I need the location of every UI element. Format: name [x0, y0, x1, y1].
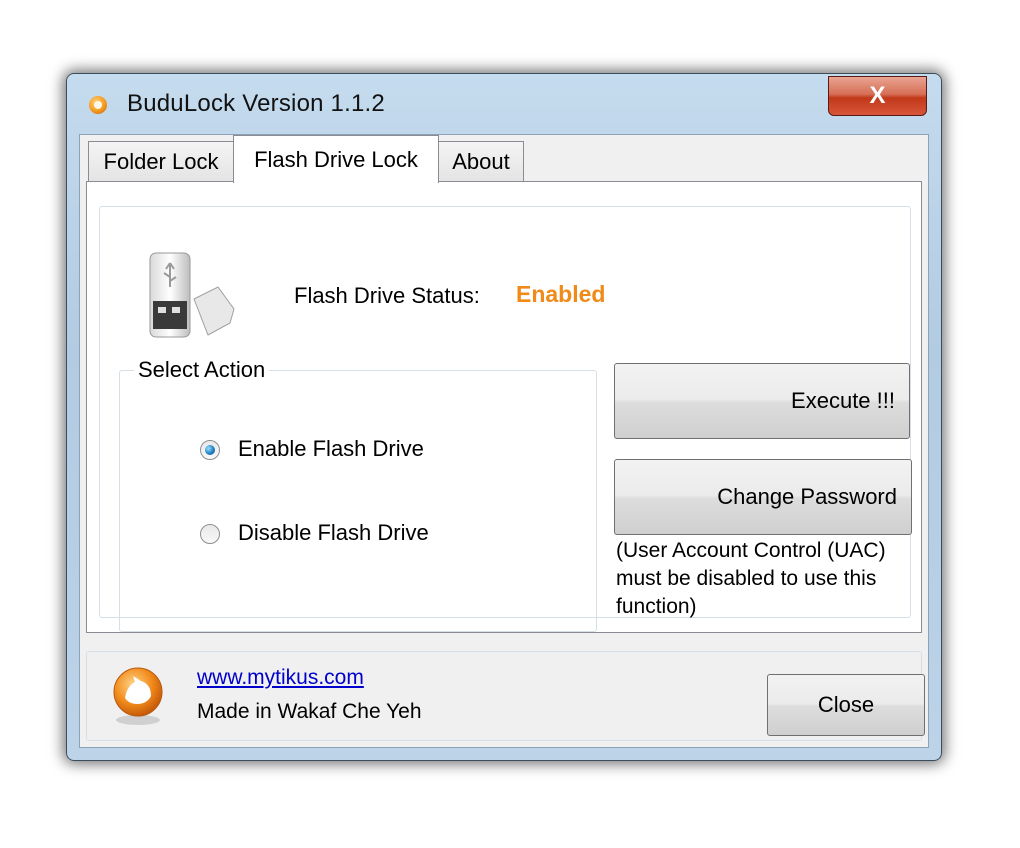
content-frame: Flash Drive Status: Enabled Select Actio… [99, 206, 912, 632]
uac-note: (User Account Control (UAC) must be disa… [616, 539, 886, 618]
window-title: BuduLock Version 1.1.2 [127, 90, 385, 117]
app-icon [89, 96, 107, 114]
enable-flash-drive-label[interactable]: Enable Flash Drive [238, 436, 424, 462]
enable-flash-drive-radio[interactable] [200, 440, 220, 460]
usb-flash-drive-icon [149, 252, 235, 338]
flash-drive-status-label: Flash Drive Status: [294, 283, 480, 308]
app-window: BuduLock Version 1.1.2 X Folder Lock Fla… [66, 73, 942, 761]
website-link[interactable]: www.mytikus.com [197, 666, 364, 690]
disable-flash-drive-radio[interactable] [200, 524, 220, 544]
change-password-button[interactable]: Change Password [614, 459, 912, 535]
made-in-text: Made in Wakaf Che Yeh [197, 700, 422, 723]
execute-button[interactable]: Execute !!! [614, 363, 910, 439]
tab-flash-drive-lock[interactable]: Flash Drive Lock [233, 135, 439, 183]
disable-flash-drive-label[interactable]: Disable Flash Drive [238, 520, 429, 546]
client-area: Folder Lock Flash Drive Lock About Flash… [79, 134, 929, 748]
window-close-button[interactable]: X [828, 76, 927, 116]
footer-panel: www.mytikus.com Made in Wakaf Che Yeh Cl… [86, 651, 925, 741]
select-action-legend: Select Action [134, 357, 270, 383]
tab-folder-lock[interactable]: Folder Lock [88, 141, 234, 181]
mytikus-logo-icon [113, 667, 163, 725]
tab-panel-flash-drive: Flash Drive Status: Enabled Select Actio… [86, 181, 922, 633]
tab-about[interactable]: About [438, 141, 524, 181]
flash-drive-status-value: Enabled [516, 281, 606, 307]
select-action-group: Select Action Enable Flash Drive Disable… [119, 357, 597, 632]
close-button[interactable]: Close [767, 674, 925, 736]
